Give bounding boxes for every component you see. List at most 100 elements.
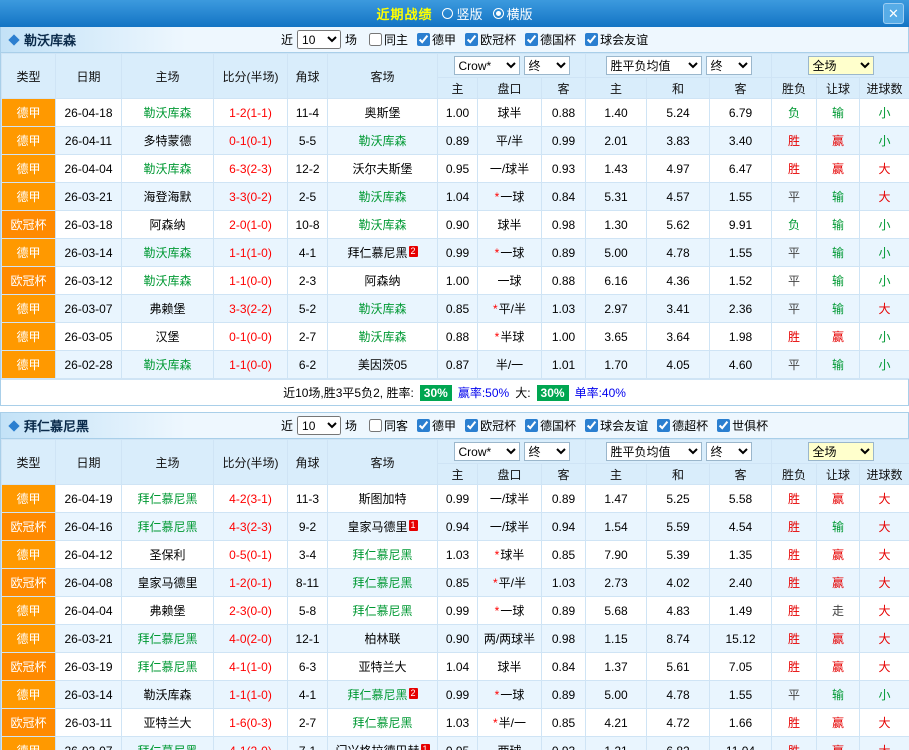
result-goals: 大 bbox=[860, 737, 909, 750]
euro-home-odds: 1.21 bbox=[586, 737, 647, 750]
team-name-text: 勒沃库森 bbox=[143, 274, 191, 288]
full-match-select[interactable]: 全场 bbox=[808, 442, 874, 461]
layout-horizontal-option[interactable]: 横版 bbox=[493, 4, 533, 23]
euro-draw-odds: 4.05 bbox=[647, 351, 710, 379]
col-type: 类型 bbox=[2, 54, 56, 99]
filter-德甲[interactable]: 德甲 bbox=[417, 417, 456, 434]
full-match-select[interactable]: 全场 bbox=[808, 56, 874, 75]
away-team: 拜仁慕尼黑 bbox=[328, 709, 438, 737]
away-team: 皇家马德里1 bbox=[328, 513, 438, 541]
euro-away-odds: 4.54 bbox=[710, 513, 772, 541]
asia-away-odds: 0.88 bbox=[542, 99, 586, 127]
filter-同主[interactable]: 同主 bbox=[369, 31, 408, 48]
odds-company-select[interactable]: Crow* bbox=[454, 442, 520, 461]
layout-vertical-option[interactable]: 竖版 bbox=[442, 4, 482, 23]
team-name-text: 拜仁慕尼黑 bbox=[347, 688, 407, 702]
topbar-center: 近期战绩 竖版 横版 bbox=[376, 4, 532, 23]
filter-德国杯[interactable]: 德国杯 bbox=[525, 417, 576, 434]
euro-away-odds: 1.35 bbox=[710, 541, 772, 569]
asia-handicap: 一/球半 bbox=[478, 155, 542, 183]
euro-avg-select[interactable]: 胜平负均值 bbox=[606, 442, 702, 461]
filter-checkbox[interactable] bbox=[717, 419, 730, 432]
result-goals: 大 bbox=[860, 295, 909, 323]
match-table: 类型 日期 主场 比分(半场) 角球 客场 Crow*终 胜平负均值终 全场 bbox=[1, 53, 909, 379]
euro-away-odds: 1.66 bbox=[710, 709, 772, 737]
team-name-text: 勒沃库森 bbox=[358, 302, 406, 316]
filter-checkbox[interactable] bbox=[417, 33, 430, 46]
filter-checkbox[interactable] bbox=[657, 419, 670, 432]
result-winloss: 平 bbox=[772, 681, 817, 709]
result-goals: 大 bbox=[860, 709, 909, 737]
asia-handicap: 一/球半 bbox=[478, 485, 542, 513]
euro-home-odds: 4.21 bbox=[586, 709, 647, 737]
asia-home-odds: 1.00 bbox=[438, 267, 478, 295]
away-team: 勒沃库森 bbox=[328, 211, 438, 239]
home-team: 海登海默 bbox=[122, 183, 214, 211]
asia-away-odds: 0.84 bbox=[542, 183, 586, 211]
home-team: 勒沃库森 bbox=[122, 267, 214, 295]
result-goals: 大 bbox=[860, 155, 909, 183]
filter-checkbox[interactable] bbox=[585, 33, 598, 46]
filter-球会友谊[interactable]: 球会友谊 bbox=[585, 31, 648, 48]
asia-final-select[interactable]: 终 bbox=[524, 56, 570, 75]
match-row: 欧冠杯26-04-08皇家马德里1-2(0-1)8-11拜仁慕尼黑0.85*平/… bbox=[2, 569, 909, 597]
radio-unselected-icon[interactable] bbox=[442, 8, 453, 19]
handicap-star-icon: * bbox=[495, 246, 500, 260]
filter-label: 同主 bbox=[384, 31, 408, 48]
col-home: 主场 bbox=[122, 440, 214, 485]
col-away: 客场 bbox=[328, 54, 438, 99]
filter-checkbox[interactable] bbox=[465, 33, 478, 46]
euro-draw-odds: 4.72 bbox=[647, 709, 710, 737]
home-team: 弗赖堡 bbox=[122, 295, 214, 323]
filter-欧冠杯[interactable]: 欧冠杯 bbox=[465, 31, 516, 48]
col-euro-away: 客 bbox=[710, 78, 772, 99]
filter-checkbox[interactable] bbox=[369, 419, 382, 432]
filter-checkbox[interactable] bbox=[369, 33, 382, 46]
recent-count-select[interactable]: 10 bbox=[297, 416, 341, 435]
asia-home-odds: 0.95 bbox=[438, 155, 478, 183]
asia-final-select[interactable]: 终 bbox=[524, 442, 570, 461]
team-name-text: 阿森纳 bbox=[364, 274, 400, 288]
filter-label: 欧冠杯 bbox=[480, 31, 516, 48]
sections-container: 勒沃库森 近 10 场 同主德甲欧冠杯德国杯球会友谊 类型 日期 主场 bbox=[0, 27, 909, 750]
close-button[interactable]: ✕ bbox=[883, 3, 904, 24]
corner-count: 6-3 bbox=[288, 653, 328, 681]
summary-part: 大: bbox=[515, 384, 530, 401]
recent-count-select[interactable]: 10 bbox=[297, 30, 341, 49]
result-goals: 大 bbox=[860, 485, 909, 513]
filter-德甲[interactable]: 德甲 bbox=[417, 31, 456, 48]
asia-home-odds: 1.00 bbox=[438, 99, 478, 127]
filter-欧冠杯[interactable]: 欧冠杯 bbox=[465, 417, 516, 434]
filter-checkbox[interactable] bbox=[417, 419, 430, 432]
corner-count: 2-5 bbox=[288, 183, 328, 211]
filter-德国杯[interactable]: 德国杯 bbox=[525, 31, 576, 48]
euro-avg-select[interactable]: 胜平负均值 bbox=[606, 56, 702, 75]
score-halftime: 0-1(0-1) bbox=[214, 127, 288, 155]
team-name-text: 拜仁慕尼黑 bbox=[352, 604, 412, 618]
odds-company-select[interactable]: Crow* bbox=[454, 56, 520, 75]
col-goals: 进球数 bbox=[860, 464, 909, 485]
asia-away-odds: 0.94 bbox=[542, 513, 586, 541]
filter-checkbox[interactable] bbox=[525, 33, 538, 46]
euro-final-select[interactable]: 终 bbox=[706, 56, 752, 75]
corner-count: 3-4 bbox=[288, 541, 328, 569]
result-handicap: 输 bbox=[817, 267, 860, 295]
filter-同客[interactable]: 同客 bbox=[369, 417, 408, 434]
away-team: 勒沃库森 bbox=[328, 127, 438, 155]
col-winloss: 胜负 bbox=[772, 78, 817, 99]
radio-selected-icon[interactable] bbox=[493, 8, 504, 19]
team-name-text: 皇家马德里 bbox=[347, 520, 407, 534]
filter-checkbox[interactable] bbox=[525, 419, 538, 432]
euro-final-select[interactable]: 终 bbox=[706, 442, 752, 461]
filter-checkbox[interactable] bbox=[585, 419, 598, 432]
filter-世俱杯[interactable]: 世俱杯 bbox=[717, 417, 768, 434]
euro-home-odds: 5.00 bbox=[586, 239, 647, 267]
league-badge: 德甲 bbox=[2, 183, 56, 211]
asia-away-odds: 1.03 bbox=[542, 295, 586, 323]
col-score: 比分(半场) bbox=[214, 54, 288, 99]
result-winloss: 平 bbox=[772, 239, 817, 267]
filter-球会友谊[interactable]: 球会友谊 bbox=[585, 417, 648, 434]
vertical-label: 竖版 bbox=[456, 4, 482, 23]
filter-checkbox[interactable] bbox=[465, 419, 478, 432]
filter-德超杯[interactable]: 德超杯 bbox=[657, 417, 708, 434]
